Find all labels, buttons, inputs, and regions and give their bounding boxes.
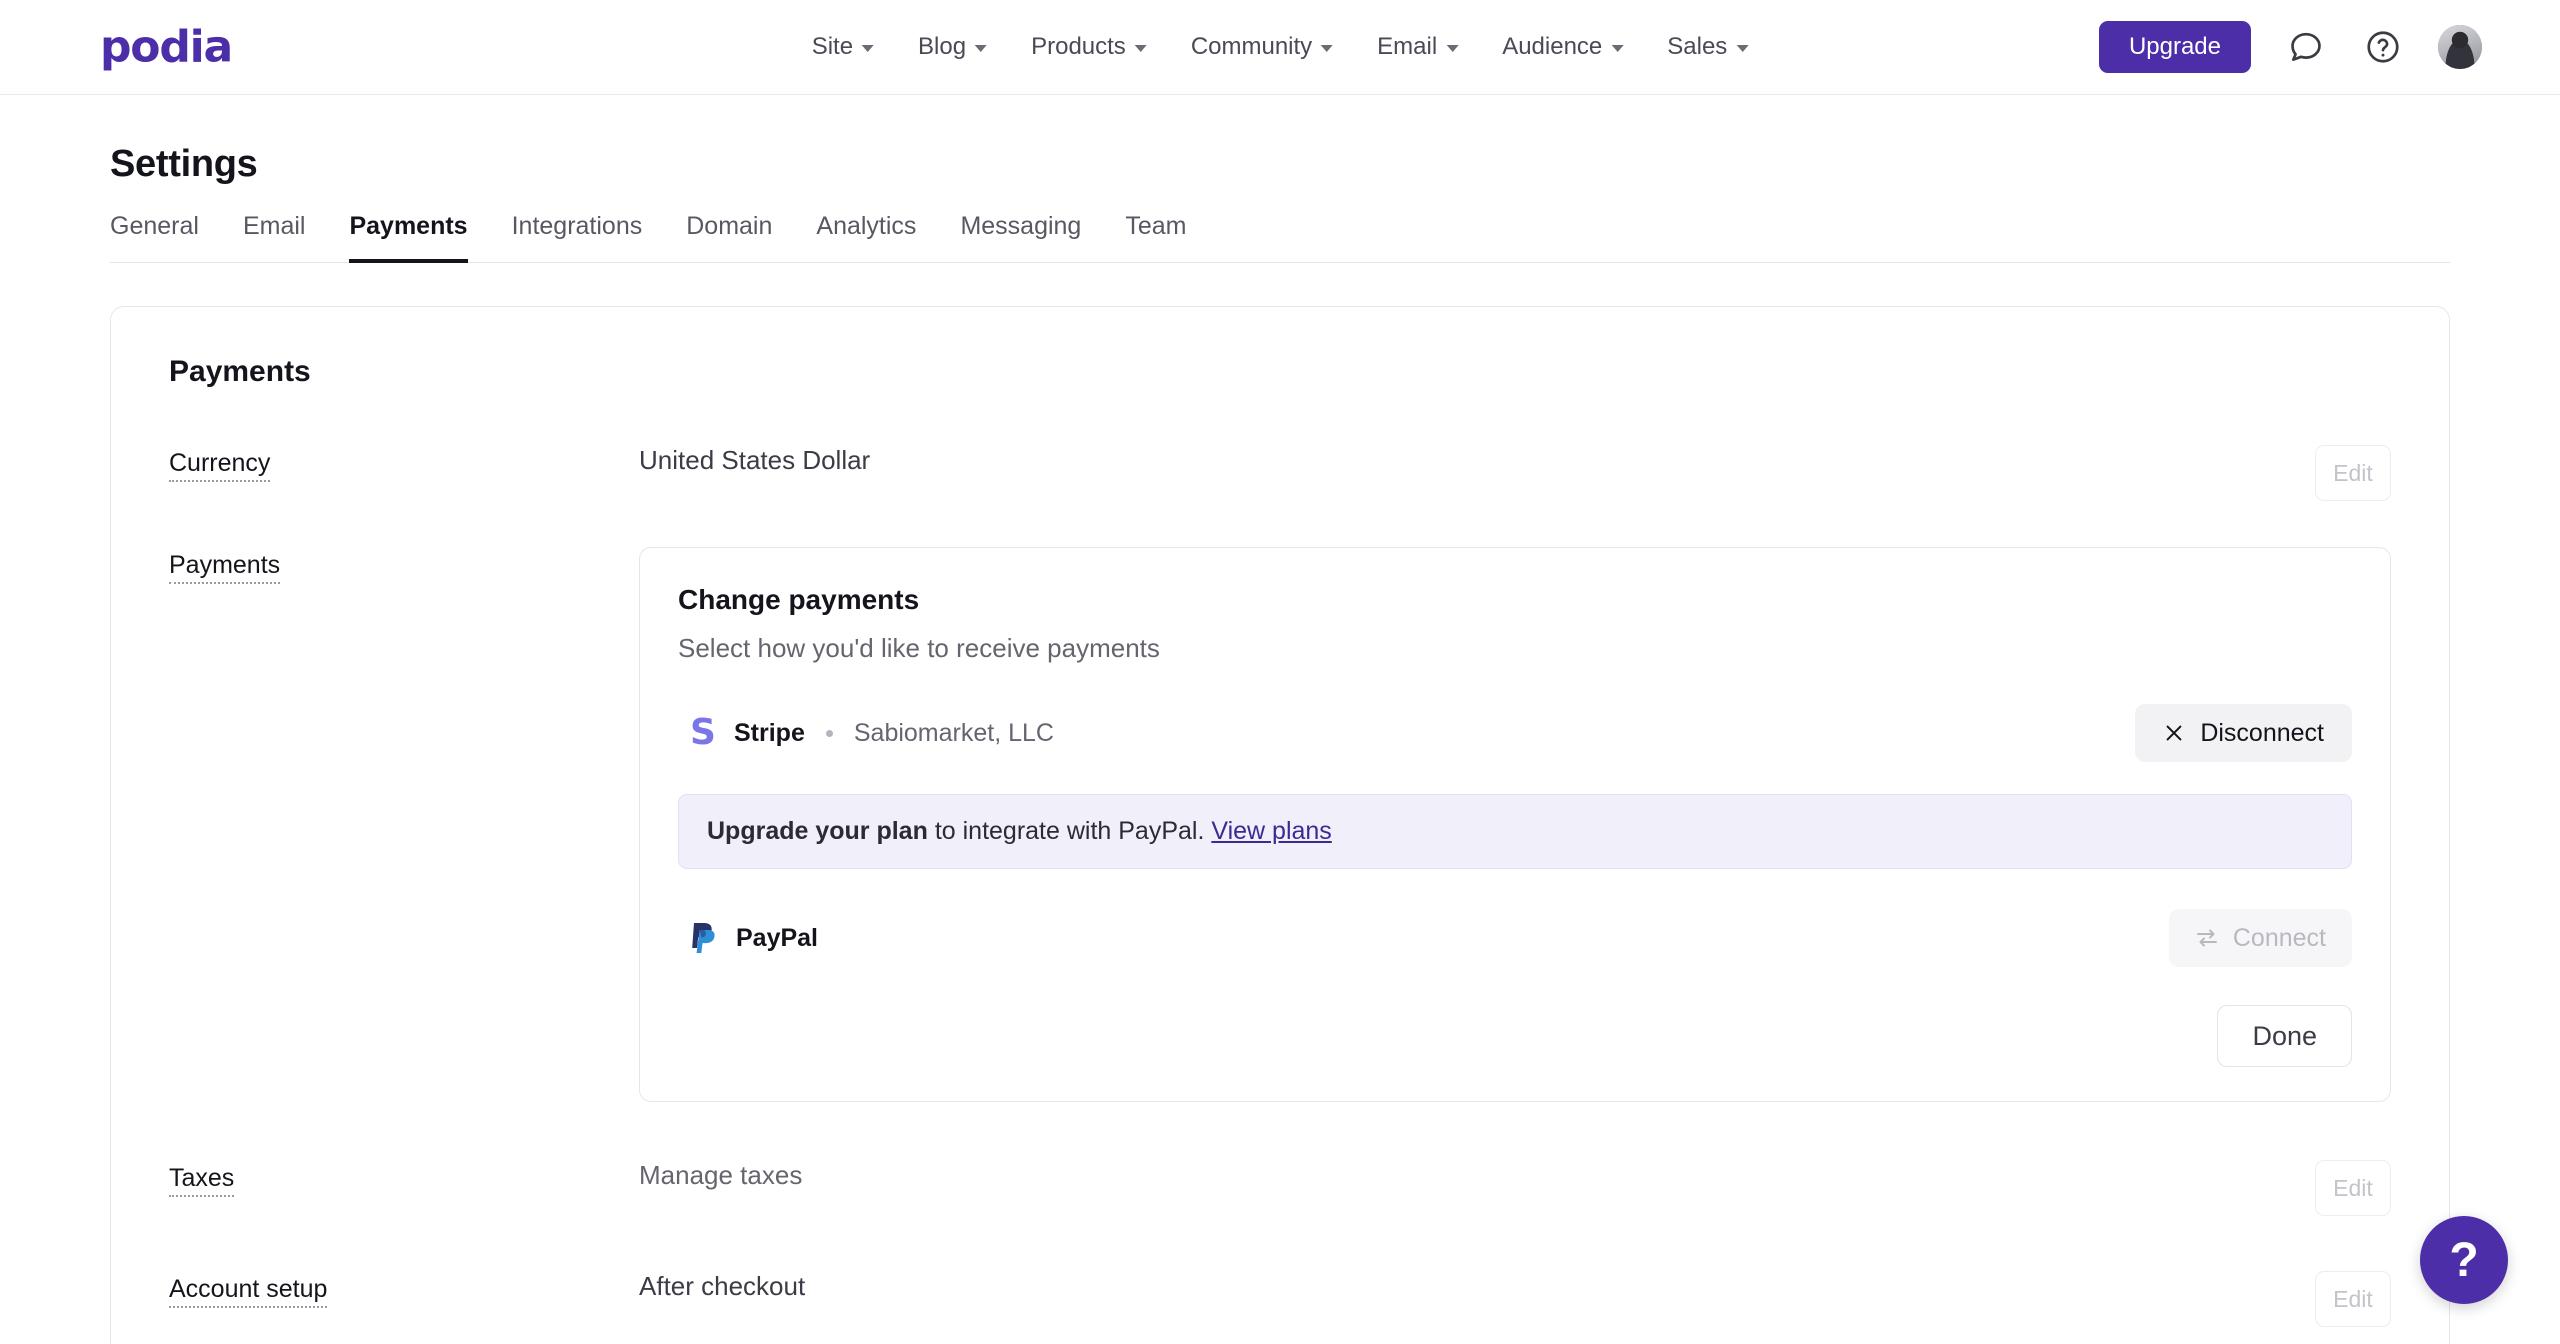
paypal-connect-label: Connect (2232, 923, 2326, 952)
chevron-down-icon (1611, 45, 1624, 52)
payments-label[interactable]: Payments (169, 551, 281, 584)
tab-email[interactable]: Email (243, 212, 306, 263)
main-navigation: Site Blog Products Community Email Audie… (812, 33, 1749, 61)
app-viewport: podia Site Blog Products Community Email (0, 0, 2560, 1344)
currency-value: United States Dollar (639, 445, 871, 475)
nav-item-label: Email (1377, 33, 1438, 60)
currency-label-col: Currency (169, 445, 639, 482)
view-plans-link[interactable]: View plans (1211, 817, 1331, 845)
panel-footer: Done (678, 1005, 2352, 1067)
payments-row: Payments Change payments Select how you'… (159, 547, 2401, 1102)
paypal-info: PayPal (678, 919, 2169, 957)
taxes-edit-button[interactable]: Edit (2315, 1160, 2391, 1216)
done-button[interactable]: Done (2217, 1005, 2352, 1067)
upgrade-notice-banner: Upgrade your plan to integrate with PayP… (678, 794, 2352, 869)
page-title: Settings (110, 143, 258, 185)
panel-title: Change payments (678, 584, 920, 615)
currency-body: United States Dollar (639, 445, 2315, 476)
question-circle-icon[interactable] (2361, 25, 2405, 69)
settings-tabs: General Email Payments Integrations Doma… (110, 212, 2450, 263)
currency-row: Currency United States Dollar Edit (159, 445, 2401, 501)
tab-analytics[interactable]: Analytics (816, 212, 916, 263)
help-floating-button[interactable]: ? (2420, 1216, 2508, 1304)
paypal-logo (688, 919, 720, 957)
taxes-value: Manage taxes (639, 1160, 803, 1190)
paypal-connect-button[interactable]: Connect (2168, 909, 2352, 967)
paypal-provider-row: PayPal Connect (678, 907, 2352, 969)
nav-item-email[interactable]: Email (1377, 33, 1459, 61)
account-setup-row: Account setup After checkout Edit (159, 1271, 2401, 1327)
transfer-arrows-icon (2196, 929, 2217, 947)
nav-item-label: Products (1031, 33, 1126, 60)
tab-payments[interactable]: Payments (349, 212, 468, 263)
avatar-image (2438, 25, 2482, 69)
account-setup-edit-button[interactable]: Edit (2315, 1271, 2391, 1327)
nav-item-audience[interactable]: Audience (1502, 33, 1624, 61)
chevron-down-icon (975, 45, 988, 52)
taxes-label-col: Taxes (169, 1160, 639, 1197)
chevron-down-icon (1134, 45, 1147, 52)
upgrade-button[interactable]: Upgrade (2098, 21, 2251, 73)
account-setup-body: After checkout (639, 1271, 2315, 1302)
nav-item-sales[interactable]: Sales (1667, 33, 1749, 61)
podia-logo[interactable]: podia (100, 22, 233, 73)
tab-integrations[interactable]: Integrations (512, 212, 643, 263)
account-setup-label[interactable]: Account setup (169, 1275, 328, 1308)
settings-page: Settings General Email Payments Integrat… (0, 143, 2560, 1344)
account-setup-label-col: Account setup (169, 1271, 639, 1308)
stripe-logo: S (690, 712, 716, 753)
account-setup-value: After checkout (639, 1271, 806, 1301)
separator-dot-icon (825, 729, 833, 737)
stripe-provider-row: S Stripe Sabiomarket, LLC Disconnect (678, 702, 2352, 764)
tab-domain[interactable]: Domain (686, 212, 772, 263)
currency-edit-button[interactable]: Edit (2315, 445, 2391, 501)
chevron-down-icon (1736, 45, 1749, 52)
nav-item-label: Site (811, 33, 854, 60)
nav-item-community[interactable]: Community (1190, 33, 1334, 61)
nav-item-label: Community (1190, 33, 1313, 60)
taxes-row: Taxes Manage taxes Edit (159, 1160, 2401, 1216)
top-bar-actions: Upgrade (2098, 21, 2482, 73)
nav-item-label: Blog (918, 33, 967, 60)
stripe-name: Stripe (734, 718, 805, 747)
chat-bubble-icon[interactable] (2284, 25, 2328, 69)
upgrade-notice-bold: Upgrade your plan (707, 817, 928, 845)
question-mark-icon: ? (2449, 1233, 2479, 1287)
change-payments-panel: Change payments Select how you'd like to… (639, 547, 2391, 1102)
nav-item-label: Sales (1667, 33, 1728, 60)
tab-general[interactable]: General (110, 212, 199, 263)
close-x-icon (2166, 725, 2182, 741)
nav-item-products[interactable]: Products (1031, 33, 1147, 61)
top-navigation-bar: podia Site Blog Products Community Email (0, 0, 2560, 95)
tab-team[interactable]: Team (1125, 212, 1186, 263)
payments-card: Payments Currency United States Dollar E… (110, 306, 2450, 1344)
stripe-disconnect-button[interactable]: Disconnect (2135, 704, 2352, 762)
nav-item-blog[interactable]: Blog (918, 33, 988, 61)
card-title: Payments (169, 355, 311, 388)
stripe-info: S Stripe Sabiomarket, LLC (678, 714, 2135, 752)
stripe-account-name: Sabiomarket, LLC (853, 718, 1054, 747)
chevron-down-icon (862, 45, 875, 52)
nav-item-label: Audience (1502, 33, 1603, 60)
chevron-down-icon (1321, 45, 1334, 52)
payments-label-col: Payments (169, 547, 639, 584)
paypal-name: PayPal (736, 923, 819, 952)
panel-subtitle: Select how you'd like to receive payment… (678, 633, 1160, 663)
upgrade-notice-text: to integrate with PayPal. (927, 817, 1212, 845)
nav-item-site[interactable]: Site (811, 33, 875, 61)
currency-label[interactable]: Currency (169, 449, 271, 482)
chevron-down-icon (1446, 45, 1459, 52)
taxes-body: Manage taxes (639, 1160, 2315, 1191)
stripe-disconnect-label: Disconnect (2200, 718, 2324, 747)
payments-body: Change payments Select how you'd like to… (639, 547, 2391, 1102)
avatar[interactable] (2438, 25, 2482, 69)
taxes-label[interactable]: Taxes (169, 1164, 235, 1197)
tab-messaging[interactable]: Messaging (960, 212, 1081, 263)
